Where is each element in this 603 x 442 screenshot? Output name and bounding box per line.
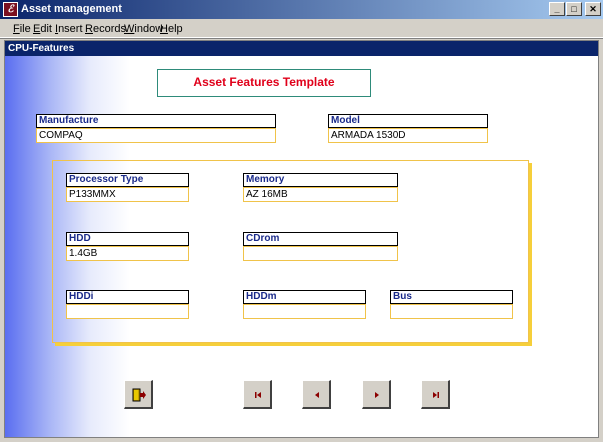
maximize-button[interactable]: □ — [566, 2, 582, 16]
manufacture-field[interactable]: COMPAQ — [36, 128, 276, 143]
form-body: Asset Features Template Manufacture COMP… — [5, 56, 598, 437]
last-record-icon — [433, 392, 439, 398]
form-window-title: CPU-Features — [5, 41, 598, 56]
window-controls: _ □ ✕ — [548, 2, 601, 16]
hddi-field[interactable] — [66, 304, 189, 319]
menu-insert[interactable]: Insert — [55, 23, 83, 35]
hddi-label: HDDi — [66, 290, 189, 304]
form-header: Asset Features Template — [157, 69, 371, 97]
cdrom-field[interactable] — [243, 246, 398, 261]
menubar: File Edit Insert Records Window Help — [0, 19, 603, 38]
cdrom-label: CDrom — [243, 232, 398, 246]
processor-type-label: Processor Type — [66, 173, 189, 187]
menu-file[interactable]: File — [13, 23, 31, 35]
menu-edit[interactable]: Edit — [33, 23, 52, 35]
app-titlebar: ℰ Asset management _ □ ✕ — [0, 0, 603, 19]
exit-door-icon — [132, 388, 146, 402]
menu-window[interactable]: Window — [124, 23, 163, 35]
bus-label: Bus — [390, 290, 513, 304]
bus-field[interactable] — [390, 304, 513, 319]
processor-type-field[interactable]: P133MMX — [66, 187, 189, 202]
hdd-field[interactable]: 1.4GB — [66, 246, 189, 261]
form-window: CPU-Features Asset Features Template Man… — [4, 40, 599, 438]
manufacture-label: Manufacture — [36, 114, 276, 128]
hddm-label: HDDm — [243, 290, 366, 304]
model-field[interactable]: ARMADA 1530D — [328, 128, 488, 143]
previous-record-icon — [315, 392, 319, 398]
memory-field[interactable]: AZ 16MB — [243, 187, 398, 202]
hdd-label: HDD — [66, 232, 189, 246]
close-button[interactable]: ✕ — [585, 2, 601, 16]
hddm-field[interactable] — [243, 304, 366, 319]
first-record-button[interactable] — [243, 380, 272, 409]
menu-separator — [0, 38, 603, 39]
minimize-button[interactable]: _ — [549, 2, 565, 16]
exit-form-button[interactable] — [124, 380, 153, 409]
app-title: Asset management — [21, 3, 122, 15]
model-label: Model — [328, 114, 488, 128]
next-record-button[interactable] — [362, 380, 391, 409]
first-record-icon — [255, 392, 261, 398]
next-record-icon — [375, 392, 379, 398]
access-form-icon[interactable]: ℰ — [3, 2, 18, 17]
menu-records[interactable]: Records — [85, 23, 126, 35]
last-record-button[interactable] — [421, 380, 450, 409]
memory-label: Memory — [243, 173, 398, 187]
previous-record-button[interactable] — [302, 380, 331, 409]
menu-help[interactable]: Help — [160, 23, 183, 35]
